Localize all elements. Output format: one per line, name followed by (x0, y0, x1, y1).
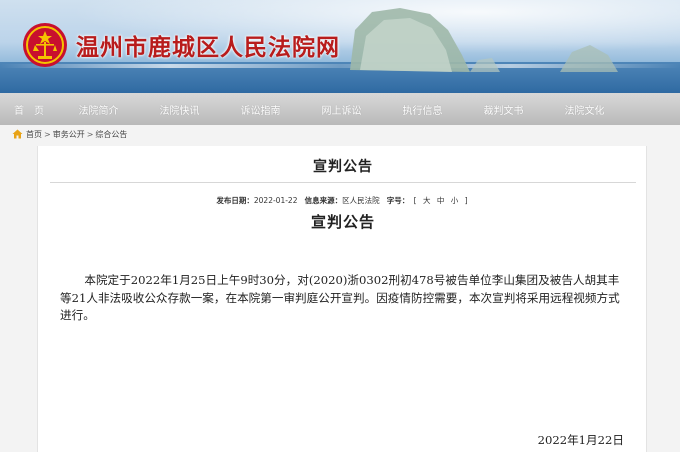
font-size-switcher: [ 大 中 小 ] (412, 196, 470, 205)
breadcrumb-notices-link[interactable]: 综合公告 (95, 129, 127, 140)
article-title: 宣判公告 (313, 159, 373, 175)
nav-item-court-culture[interactable]: 法院文化 (544, 102, 625, 117)
site-title: 温州市鹿城区人民法院网 (76, 34, 340, 61)
article-meta: 发布日期：2022-01-22 信息来源：区人民法院 字号： [ 大 中 小 ] (38, 195, 648, 206)
publish-date-label: 发布日期： (216, 196, 254, 205)
breadcrumb-home-link[interactable]: 首页 (26, 129, 42, 140)
nav-item-judgments[interactable]: 裁判文书 (463, 102, 544, 117)
font-size-medium-button[interactable]: 中 (437, 196, 445, 205)
breadcrumb-separator: > (86, 129, 94, 139)
signed-date: 2022年1月22日 (537, 433, 624, 447)
font-size-small-button[interactable]: 小 (451, 196, 459, 205)
breadcrumb: 首页 > 审务公开 > 综合公告 (12, 128, 127, 140)
breadcrumb-separator: > (44, 129, 51, 139)
publish-date: 2022-01-22 (253, 196, 298, 205)
site-banner: 温州市鹿城区人民法院网 (0, 0, 680, 93)
font-size-label: 字号： (386, 196, 410, 205)
breadcrumb-affairs-link[interactable]: 审务公开 (53, 129, 85, 140)
nav-item-court-news[interactable]: 法院快讯 (139, 102, 220, 117)
source-label: 信息来源： (304, 196, 343, 205)
court-emblem-icon (23, 23, 67, 67)
font-size-bracket-close: ] (464, 196, 468, 205)
article-card: 宣判公告 发布日期：2022-01-22 信息来源：区人民法院 字号： [ 大 … (37, 146, 647, 452)
nav-item-enforcement-info[interactable]: 执行信息 (382, 102, 463, 117)
home-icon (12, 129, 23, 139)
font-size-large-button[interactable]: 大 (423, 196, 431, 205)
article-subtitle: 宣判公告 (310, 213, 375, 231)
title-divider (50, 182, 636, 183)
nav-item-court-intro[interactable]: 法院简介 (58, 102, 139, 117)
nav-item-home[interactable]: 首 页 (0, 102, 58, 117)
article-body: 本院定于2022年1月25日上午9时30分，对(2020)浙0302刑初478号… (60, 273, 620, 322)
source-value: 区人民法院 (342, 196, 380, 205)
main-nav: 首 页 法院简介 法院快讯 诉讼指南 网上诉讼 执行信息 裁判文书 法院文化 (0, 93, 680, 125)
font-size-bracket-open: [ (413, 196, 417, 205)
nav-item-litigation-guide[interactable]: 诉讼指南 (220, 102, 301, 117)
nav-item-online-litigation[interactable]: 网上诉讼 (301, 102, 382, 117)
